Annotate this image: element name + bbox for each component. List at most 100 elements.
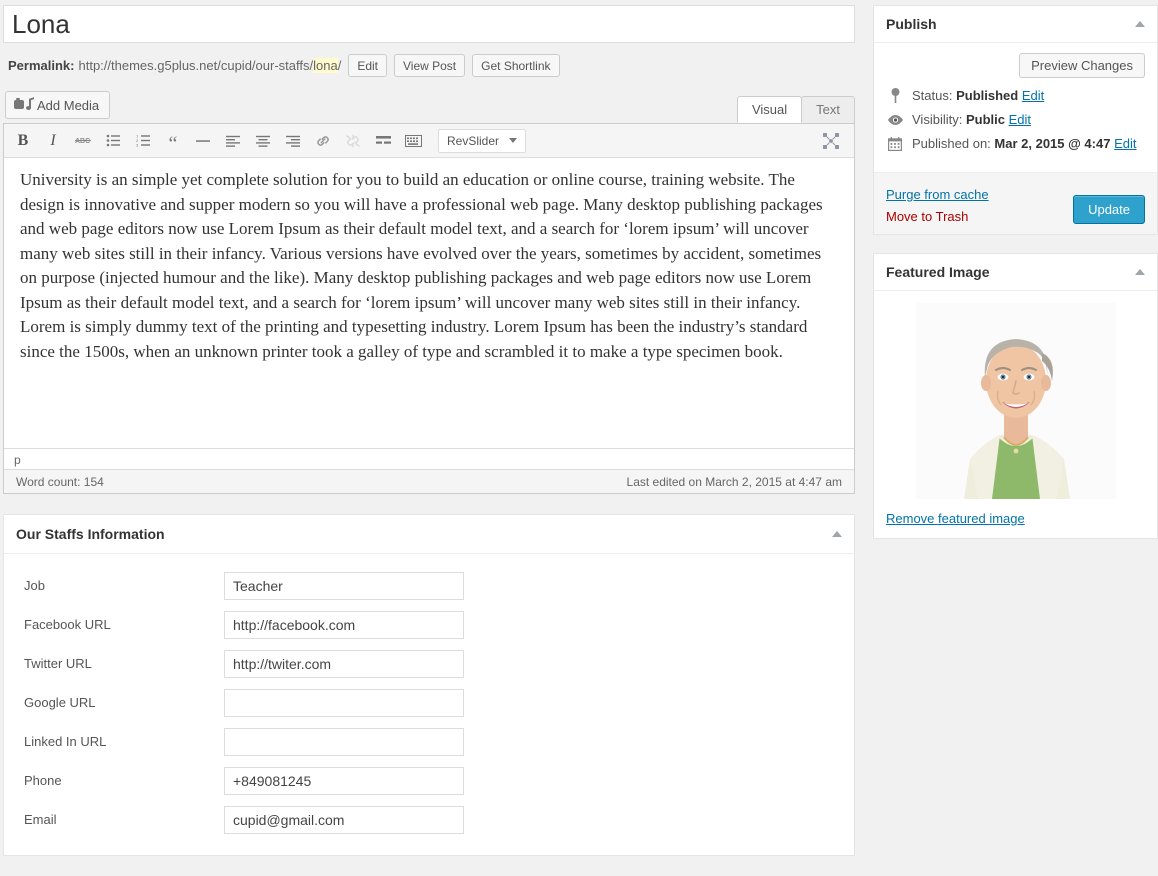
- svg-text:3: 3: [136, 143, 139, 147]
- post-editor-page: Permalink: http://themes.g5plus.net/cupi…: [0, 0, 1158, 876]
- strikethrough-icon[interactable]: ABC: [70, 129, 96, 153]
- formatting-toolbar: B I ABC 1 2 3 “ RevSlider: [4, 124, 854, 158]
- status-value: Published: [956, 88, 1019, 103]
- status-row: Status: Published Edit: [886, 88, 1145, 103]
- staffs-metabox-header: Our Staffs Information: [4, 515, 854, 554]
- featured-image-panel: Featured Image Remove featured image: [873, 253, 1158, 539]
- editor-content-area[interactable]: University is an simple yet complete sol…: [4, 158, 854, 448]
- field-row-linkedin: Linked In URL: [4, 722, 854, 761]
- italic-icon[interactable]: I: [40, 129, 66, 153]
- collapse-toggle-icon[interactable]: [832, 531, 842, 537]
- editor-box: B I ABC 1 2 3 “ RevSlider University is …: [3, 123, 855, 494]
- align-left-icon[interactable]: [220, 129, 246, 153]
- tab-text[interactable]: Text: [801, 96, 855, 123]
- svg-text:ABC: ABC: [75, 138, 90, 145]
- published-label: Published on:: [912, 136, 991, 151]
- bullet-list-icon[interactable]: [100, 129, 126, 153]
- field-row-google: Google URL: [4, 683, 854, 722]
- published-value: Mar 2, 2015 @ 4:47: [994, 136, 1111, 151]
- move-to-trash-link[interactable]: Move to Trash: [886, 209, 989, 224]
- publish-panel-header: Publish: [874, 6, 1157, 43]
- staffs-metabox-title: Our Staffs Information: [16, 526, 165, 542]
- status-label: Status:: [912, 88, 953, 103]
- add-media-button[interactable]: Add Media: [5, 91, 111, 119]
- post-content-paragraph: University is an simple yet complete sol…: [20, 170, 823, 361]
- facebook-url-label: Facebook URL: [24, 617, 111, 632]
- revslider-dropdown[interactable]: RevSlider: [438, 128, 527, 153]
- horizontal-rule-icon[interactable]: [190, 129, 216, 153]
- field-row-email: Email: [4, 800, 854, 839]
- sidebar-column: Publish Preview Changes Status: Publishe…: [873, 5, 1158, 876]
- publish-left-links: Purge from cache Move to Trash: [886, 187, 989, 224]
- featured-image-thumbnail[interactable]: [915, 303, 1116, 499]
- permalink-trailing-slash: /: [337, 58, 342, 73]
- edit-status-link[interactable]: Edit: [1022, 88, 1044, 103]
- permalink-base-url: http://themes.g5plus.net/cupid/our-staff…: [78, 58, 314, 73]
- status-text: Status: Published Edit: [912, 88, 1044, 103]
- update-button[interactable]: Update: [1073, 195, 1145, 224]
- chevron-down-icon: [509, 138, 518, 143]
- bold-icon[interactable]: B: [10, 129, 36, 153]
- visibility-row: Visibility: Public Edit: [886, 112, 1145, 127]
- collapse-toggle-icon[interactable]: [1135, 269, 1145, 275]
- job-label: Job: [24, 578, 45, 593]
- eye-icon: [886, 114, 904, 126]
- insert-more-tag-icon[interactable]: [370, 129, 396, 153]
- calendar-icon: [886, 136, 904, 151]
- published-on-text: Published on: Mar 2, 2015 @ 4:47 Edit: [912, 136, 1136, 151]
- google-url-label: Google URL: [24, 695, 96, 710]
- align-center-icon[interactable]: [250, 129, 276, 153]
- editor-mode-tabs: Visual Text: [736, 96, 855, 123]
- email-field[interactable]: [224, 805, 464, 834]
- editor-toolbar-top: Add Media Visual Text: [3, 91, 855, 123]
- permalink-slug[interactable]: lona: [313, 58, 338, 73]
- align-right-icon[interactable]: [280, 129, 306, 153]
- blockquote-icon[interactable]: “: [160, 129, 186, 154]
- visibility-label: Visibility:: [912, 112, 963, 127]
- word-count: Word count: 154: [16, 475, 104, 489]
- edit-permalink-button[interactable]: Edit: [348, 54, 387, 77]
- publish-panel-body: Preview Changes Status: Published Edit V…: [874, 43, 1157, 172]
- linkedin-url-field[interactable]: [224, 727, 464, 756]
- view-post-button[interactable]: View Post: [394, 54, 466, 77]
- permalink-label: Permalink:: [8, 58, 75, 73]
- last-edited: Last edited on March 2, 2015 at 4:47 am: [626, 475, 842, 489]
- fullscreen-icon[interactable]: [818, 129, 844, 153]
- remove-featured-image-link[interactable]: Remove featured image: [886, 511, 1145, 526]
- editor-element-path[interactable]: p: [4, 448, 854, 469]
- get-shortlink-button[interactable]: Get Shortlink: [472, 54, 560, 77]
- field-row-phone: Phone: [4, 761, 854, 800]
- post-status-pin-icon: [886, 88, 904, 103]
- twitter-url-field[interactable]: [224, 649, 464, 678]
- unlink-icon[interactable]: [340, 129, 366, 153]
- insert-link-icon[interactable]: [310, 129, 336, 153]
- tab-visual[interactable]: Visual: [736, 96, 803, 123]
- preview-row: Preview Changes: [886, 53, 1145, 78]
- phone-label: Phone: [24, 773, 62, 788]
- email-label: Email: [24, 812, 57, 827]
- post-title-input[interactable]: [3, 5, 855, 43]
- staffs-metabox-body: Job Facebook URL Twitter URL Google URL …: [4, 554, 854, 855]
- featured-image-panel-body: Remove featured image: [874, 291, 1157, 538]
- media-icon: [14, 97, 31, 113]
- numbered-list-icon[interactable]: 1 2 3: [130, 129, 156, 153]
- editor-status-bar: Word count: 154 Last edited on March 2, …: [4, 469, 854, 493]
- google-url-field[interactable]: [224, 688, 464, 717]
- toolbar-toggle-icon[interactable]: [400, 129, 426, 153]
- main-column: Permalink: http://themes.g5plus.net/cupi…: [0, 5, 855, 876]
- featured-image-panel-title: Featured Image: [886, 264, 990, 280]
- twitter-url-label: Twitter URL: [24, 656, 92, 671]
- facebook-url-field[interactable]: [224, 610, 464, 639]
- edit-published-date-link[interactable]: Edit: [1114, 136, 1136, 151]
- preview-changes-button[interactable]: Preview Changes: [1019, 53, 1145, 78]
- collapse-toggle-icon[interactable]: [1135, 21, 1145, 27]
- job-field[interactable]: [224, 571, 464, 600]
- edit-visibility-link[interactable]: Edit: [1009, 112, 1031, 127]
- add-media-label: Add Media: [37, 97, 100, 113]
- phone-field[interactable]: [224, 766, 464, 795]
- purge-from-cache-link[interactable]: Purge from cache: [886, 187, 989, 202]
- field-row-job: Job: [4, 566, 854, 605]
- visibility-text: Visibility: Public Edit: [912, 112, 1031, 127]
- published-on-row: Published on: Mar 2, 2015 @ 4:47 Edit: [886, 136, 1145, 151]
- staffs-information-metabox: Our Staffs Information Job Facebook URL …: [3, 514, 855, 856]
